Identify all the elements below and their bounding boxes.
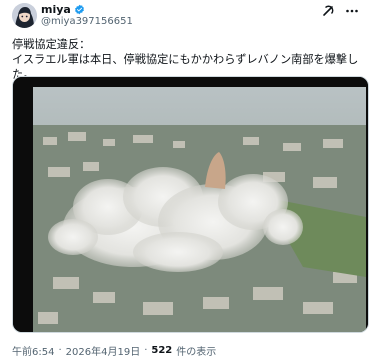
views-count: 522 (151, 345, 173, 356)
author-name[interactable]: miya (41, 3, 71, 16)
author-name-row[interactable]: miya (41, 3, 85, 16)
verified-badge-icon (74, 4, 84, 15)
meta-separator: · (144, 345, 148, 356)
tweet-date[interactable]: 2026年4月19日 (66, 343, 141, 358)
avatar[interactable] (12, 3, 37, 28)
author-handle[interactable]: @miya397156651 (41, 16, 133, 28)
tweet-meta: 午前6:54 · 2026年4月19日 · 522 件の表示 (12, 343, 216, 358)
video-frame (13, 77, 368, 332)
tweet-video[interactable] (12, 76, 369, 333)
tweet-time[interactable]: 午前6:54 (12, 343, 54, 358)
meta-separator: · (58, 345, 62, 356)
views-label: 件の表示 (176, 347, 217, 358)
more-icon[interactable] (345, 3, 359, 17)
grok-icon[interactable] (321, 3, 335, 17)
tweet-actions (321, 3, 359, 17)
